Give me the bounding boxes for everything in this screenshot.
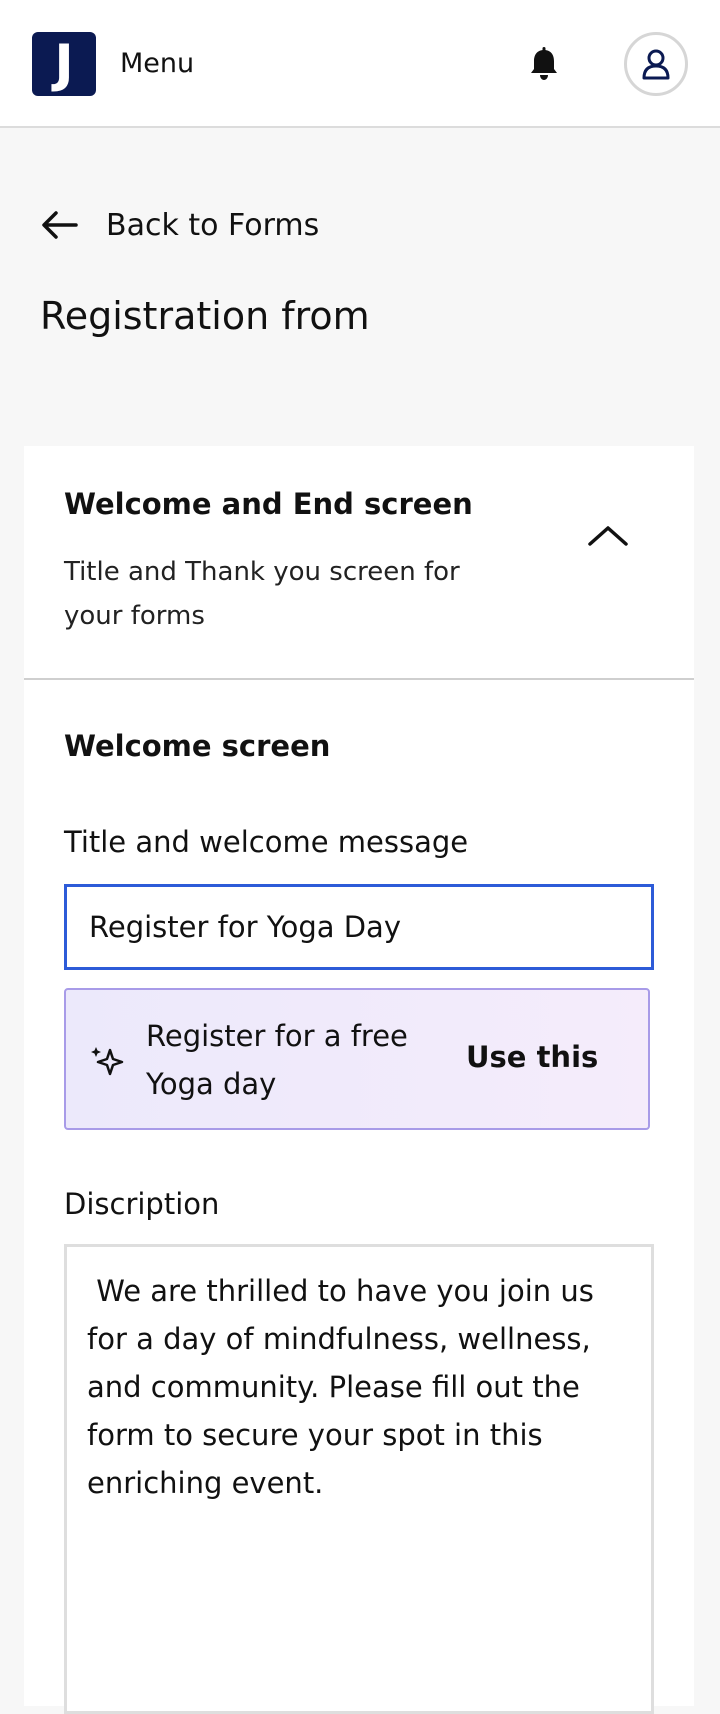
welcome-end-section-header[interactable]: Welcome and End screen Title and Thank y… — [24, 446, 694, 680]
title-input[interactable] — [64, 884, 654, 970]
user-icon — [642, 49, 670, 80]
top-header: J Menu — [0, 0, 720, 128]
ai-suggestion-box: Register for a free Yoga day Use this — [64, 988, 650, 1130]
menu-button[interactable]: Menu — [120, 44, 194, 84]
arrow-left-icon — [42, 211, 78, 239]
description-field-label: Discription — [64, 1187, 220, 1221]
section-title: Welcome and End screen — [64, 487, 473, 521]
profile-avatar-button[interactable] — [624, 32, 688, 96]
sparkle-icon — [91, 1047, 124, 1076]
section-subtitle: Title and Thank you screen for your form… — [64, 557, 460, 631]
app-logo[interactable]: J — [32, 32, 96, 96]
chevron-up-icon[interactable] — [584, 512, 632, 560]
welcome-screen-heading: Welcome screen — [64, 729, 331, 763]
back-link-label: Back to Forms — [106, 207, 320, 243]
bell-icon[interactable] — [524, 44, 564, 84]
page-title: Registration from — [40, 294, 370, 338]
description-textarea[interactable]: We are thrilled to have you join us for … — [64, 1244, 654, 1714]
form-settings-card: Welcome and End screen Title and Thank y… — [24, 446, 694, 1714]
title-field-label: Title and welcome message — [64, 825, 469, 859]
suggestion-text: Register for a free Yoga day — [146, 1019, 408, 1101]
use-this-button[interactable]: Use this — [466, 1040, 598, 1074]
back-to-forms-link[interactable]: Back to Forms — [40, 200, 319, 250]
